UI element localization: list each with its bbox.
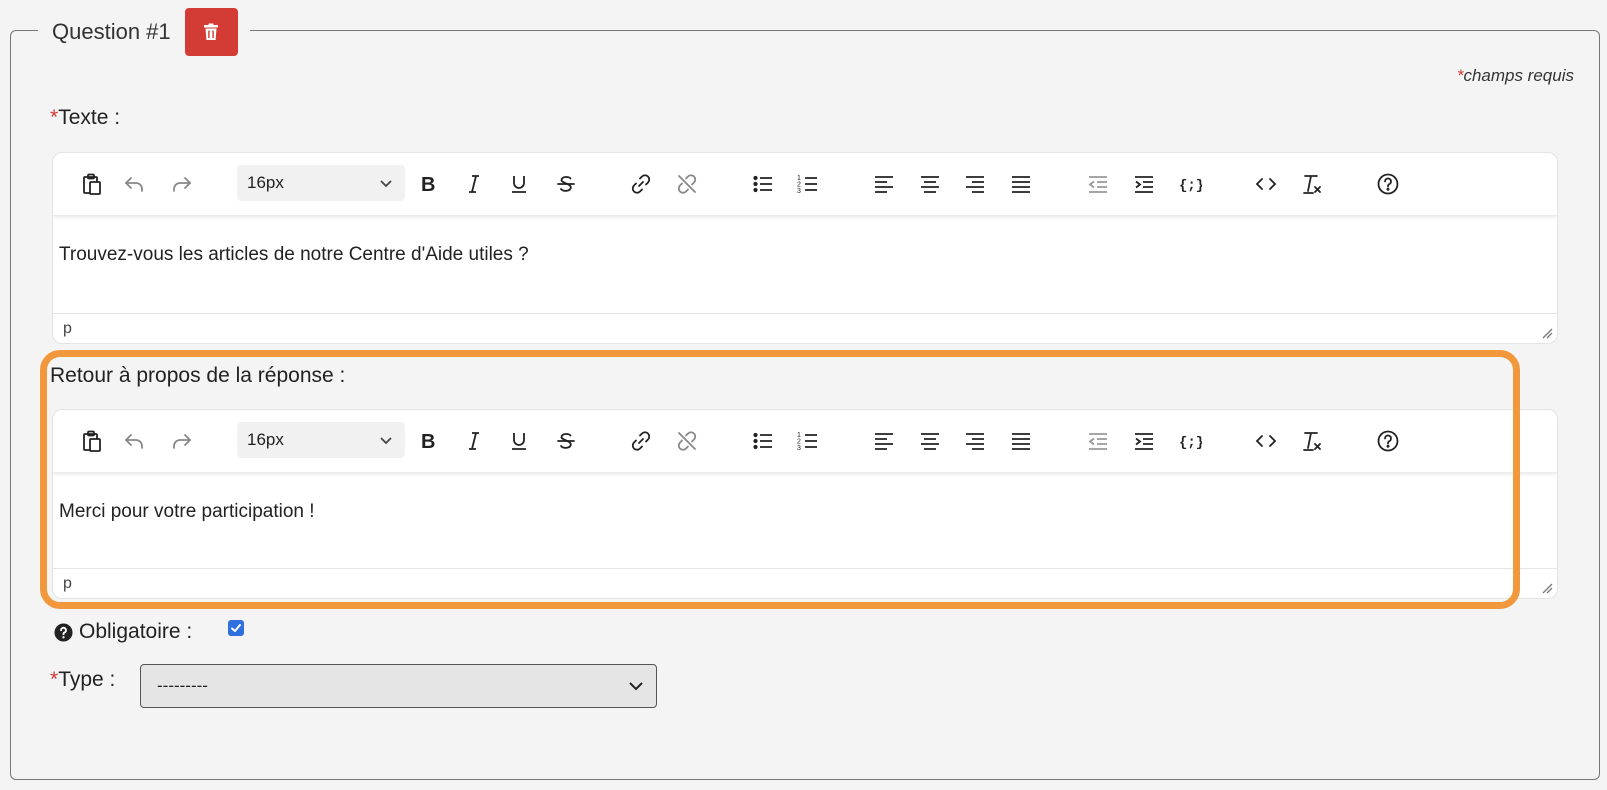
element-path: p — [63, 575, 72, 592]
chevron-down-icon — [380, 437, 392, 445]
question-title: Question #1 — [52, 19, 171, 44]
redo-icon[interactable] — [169, 171, 195, 197]
editor-statusbar: p — [53, 313, 1557, 343]
required-fields-note: *champs requis — [1457, 66, 1574, 86]
unlink-icon[interactable] — [674, 171, 700, 197]
clear-formatting-icon[interactable] — [1299, 171, 1325, 197]
indent-icon[interactable] — [1131, 428, 1157, 454]
editor-statusbar: p — [53, 568, 1557, 598]
font-size-value: 16px — [247, 173, 284, 192]
required-star: * — [50, 668, 59, 691]
texte-label: *Texte : — [50, 106, 120, 130]
type-label-text: Type : — [58, 668, 116, 691]
bullet-list-icon[interactable] — [750, 171, 776, 197]
resize-handle-icon[interactable] — [1541, 582, 1553, 594]
numbered-list-icon[interactable]: 123 — [795, 171, 821, 197]
align-left-icon[interactable] — [871, 428, 897, 454]
link-icon[interactable] — [628, 171, 654, 197]
paste-icon[interactable] — [79, 171, 105, 197]
underline-icon[interactable] — [506, 428, 532, 454]
delete-question-button[interactable] — [184, 8, 238, 56]
bold-icon[interactable]: B — [415, 171, 441, 197]
required-star: * — [50, 106, 59, 129]
align-center-icon[interactable] — [917, 428, 943, 454]
undo-icon[interactable] — [121, 171, 147, 197]
code-variable-icon[interactable]: {;} — [1177, 428, 1203, 454]
outdent-icon[interactable] — [1085, 428, 1111, 454]
editor-content[interactable]: Trouvez-vous les articles de notre Centr… — [53, 216, 1557, 266]
source-code-icon[interactable] — [1253, 171, 1279, 197]
align-center-icon[interactable] — [917, 171, 943, 197]
italic-icon[interactable] — [461, 428, 487, 454]
required-note-text: champs requis — [1463, 66, 1574, 85]
checkmark-icon — [231, 624, 241, 632]
obligatoire-checkbox[interactable] — [228, 620, 244, 636]
texte-label-text: Texte : — [58, 106, 121, 129]
link-icon[interactable] — [628, 428, 654, 454]
type-select[interactable]: --------- — [140, 664, 657, 708]
svg-text:B: B — [421, 174, 435, 196]
paste-icon[interactable] — [79, 428, 105, 454]
svg-text:3: 3 — [797, 445, 801, 452]
texte-editor: 16px B 123 {;} Trouvez-vous les articles… — [52, 152, 1558, 344]
strikethrough-icon[interactable] — [553, 171, 579, 197]
bullet-list-icon[interactable] — [750, 428, 776, 454]
underline-icon[interactable] — [506, 171, 532, 197]
align-justify-icon[interactable] — [1008, 171, 1034, 197]
svg-text:{;}: {;} — [1179, 178, 1202, 194]
redo-icon[interactable] — [169, 428, 195, 454]
svg-text:B: B — [421, 431, 435, 453]
italic-icon[interactable] — [461, 171, 487, 197]
font-size-select[interactable]: 16px — [237, 165, 405, 201]
font-size-value: 16px — [247, 430, 284, 449]
element-path: p — [63, 320, 72, 337]
bold-icon[interactable]: B — [415, 428, 441, 454]
align-justify-icon[interactable] — [1008, 428, 1034, 454]
code-variable-icon[interactable]: {;} — [1177, 171, 1203, 197]
resize-handle-icon[interactable] — [1541, 327, 1553, 339]
numbered-list-icon[interactable]: 123 — [795, 428, 821, 454]
align-right-icon[interactable] — [962, 428, 988, 454]
svg-text:{;}: {;} — [1179, 435, 1202, 451]
retour-editor: 16px B 123 {;} Merci pour votre particip… — [52, 409, 1558, 599]
question-circle-icon — [54, 622, 73, 642]
clear-formatting-icon[interactable] — [1299, 428, 1325, 454]
chevron-down-icon — [380, 180, 392, 188]
obligatoire-label-text: Obligatoire : — [79, 620, 193, 643]
editor-toolbar: 16px B 123 {;} — [53, 410, 1557, 473]
chevron-down-icon — [629, 682, 643, 691]
align-left-icon[interactable] — [871, 171, 897, 197]
obligatoire-label: Obligatoire : — [54, 620, 192, 644]
unlink-icon[interactable] — [674, 428, 700, 454]
strikethrough-icon[interactable] — [553, 428, 579, 454]
svg-text:3: 3 — [797, 188, 801, 195]
outdent-icon[interactable] — [1085, 171, 1111, 197]
help-icon[interactable] — [1375, 428, 1401, 454]
undo-icon[interactable] — [121, 428, 147, 454]
type-selected-value: --------- — [157, 676, 208, 695]
retour-label: Retour à propos de la réponse : — [50, 364, 346, 387]
font-size-select[interactable]: 16px — [237, 422, 405, 458]
editor-toolbar: 16px B 123 {;} — [53, 153, 1557, 216]
question-legend: Question #1 — [38, 8, 250, 56]
editor-content[interactable]: Merci pour votre participation ! — [53, 473, 1557, 523]
trash-icon — [204, 23, 219, 40]
align-right-icon[interactable] — [962, 171, 988, 197]
indent-icon[interactable] — [1131, 171, 1157, 197]
help-icon[interactable] — [1375, 171, 1401, 197]
source-code-icon[interactable] — [1253, 428, 1279, 454]
type-label: *Type : — [50, 668, 115, 692]
